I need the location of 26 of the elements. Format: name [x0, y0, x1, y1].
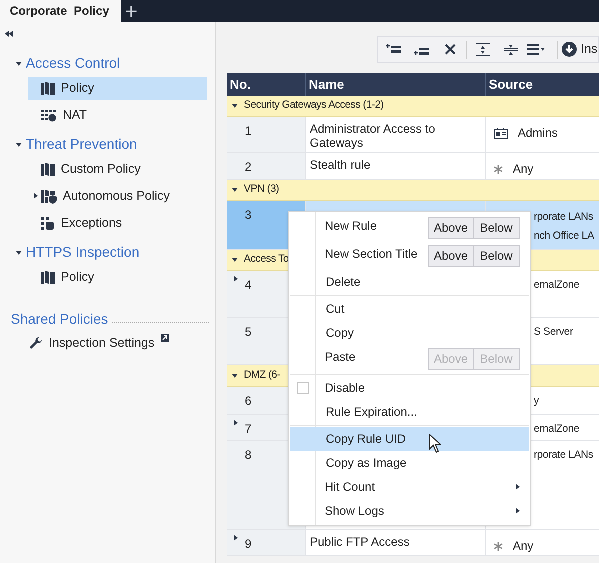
source-text: S Server [534, 325, 574, 340]
rule-name: Administrator Access to Gateways [310, 122, 436, 150]
rule-number: 1 [245, 123, 252, 140]
rule-number: 3 [245, 207, 252, 224]
source-text: Any [513, 161, 534, 178]
section-title: Security Gateways Access (1-2) [244, 98, 384, 114]
source-text: rporate LANs [534, 210, 594, 225]
rule-number: 5 [245, 324, 252, 341]
source-text: ernalZone [534, 422, 580, 437]
rule-name: Stealth rule [310, 158, 371, 172]
source-text: y [534, 394, 540, 409]
source-text: ernalZone [534, 278, 580, 293]
section-title: VPN (3) [244, 182, 280, 198]
rule-number: 8 [245, 447, 252, 464]
source-text: rporate LANs [534, 448, 594, 463]
section-heading: Shared Policies [11, 310, 108, 329]
section-title: DMZ (6- [244, 368, 280, 383]
rule-number: 6 [245, 393, 252, 410]
rule-number: 4 [245, 277, 252, 294]
rule-number: 2 [245, 159, 252, 176]
rule-number: 7 [245, 421, 252, 438]
source-text: Any [513, 538, 534, 555]
rule-number: 9 [245, 536, 252, 553]
source-text: Admins [518, 125, 558, 142]
source-text: nch Office LA [534, 229, 596, 244]
rule-name: Public FTP Access [310, 535, 410, 549]
